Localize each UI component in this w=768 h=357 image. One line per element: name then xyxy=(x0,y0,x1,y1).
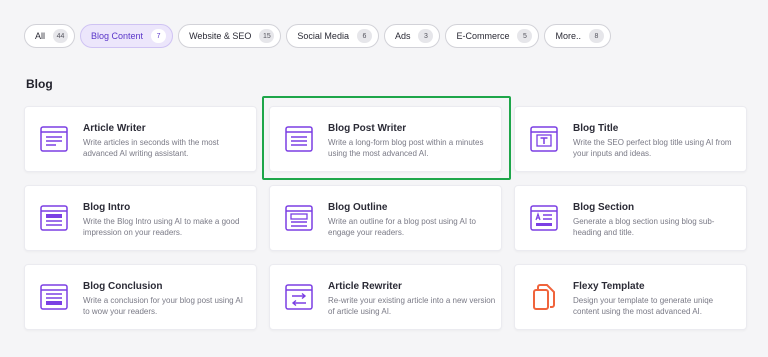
template-title: Article Rewriter xyxy=(328,281,402,292)
article-rewriter-icon xyxy=(285,284,313,310)
template-description: Design your template to generate uniqe c… xyxy=(573,296,714,316)
filter-label: E-Commerce xyxy=(456,31,510,41)
template-card-blog-title[interactable]: Blog Title Write the SEO perfect blog ti… xyxy=(514,106,747,172)
category-filter-bar: All 44 Blog Content 7 Website & SEO 15 S… xyxy=(24,24,611,48)
filter-social-media[interactable]: Social Media 6 xyxy=(286,24,379,48)
filter-count-badge: 8 xyxy=(589,29,604,43)
template-card-blog-outline[interactable]: Blog Outline Write an outline for a blog… xyxy=(269,185,502,251)
template-title: Blog Section xyxy=(573,202,635,213)
template-description: Write an outline for a blog post using A… xyxy=(328,217,476,237)
filter-website-seo[interactable]: Website & SEO 15 xyxy=(178,24,282,48)
template-description: Generate a blog section using blog sub-h… xyxy=(573,217,715,237)
filter-count-badge: 5 xyxy=(517,29,533,43)
filter-e-commerce[interactable]: E-Commerce 5 xyxy=(445,24,540,48)
filter-count-badge: 6 xyxy=(356,29,372,43)
flexy-template-icon xyxy=(533,284,555,310)
filter-all[interactable]: All 44 xyxy=(24,24,76,48)
template-title: Flexy Template xyxy=(573,281,645,292)
filter-label: Social Media xyxy=(297,31,349,41)
article-writer-icon xyxy=(40,126,68,152)
filter-label: Website & SEO xyxy=(189,31,252,41)
template-card-blog-section[interactable]: Blog Section Generate a blog section usi… xyxy=(514,185,747,251)
template-title: Blog Intro xyxy=(83,202,131,213)
template-card-blog-intro[interactable]: Blog Intro Write the Blog Intro using AI… xyxy=(24,185,257,251)
filter-label: Ads xyxy=(394,31,411,41)
template-card-article-rewriter[interactable]: Article Rewriter Re-write your existing … xyxy=(269,264,502,330)
filter-count-badge: 7 xyxy=(151,29,167,43)
template-description: Write a conclusion for your blog post us… xyxy=(83,296,243,316)
template-card-article-writer[interactable]: Article Writer Write articles in seconds… xyxy=(24,106,257,172)
template-title: Blog Conclusion xyxy=(83,281,163,292)
filter-more[interactable]: More.. 8 xyxy=(544,24,611,48)
blog-title-icon xyxy=(530,126,558,152)
template-card-flexy-template[interactable]: Flexy Template Design your template to g… xyxy=(514,264,747,330)
filter-label: More.. xyxy=(555,31,581,41)
filter-label: Blog Content xyxy=(91,31,144,41)
template-description: Write the Blog Intro using AI to make a … xyxy=(83,217,240,237)
filter-label: All xyxy=(35,31,46,41)
template-card-blog-conclusion[interactable]: Blog Conclusion Write a conclusion for y… xyxy=(24,264,257,330)
template-description: Write the SEO perfect blog title using A… xyxy=(573,138,732,158)
blog-section-icon xyxy=(530,205,558,231)
section-title: Blog xyxy=(26,77,53,91)
blog-intro-icon xyxy=(40,205,68,231)
filter-count-badge: 3 xyxy=(418,29,434,43)
filter-count-badge: 44 xyxy=(53,29,69,43)
selection-highlight xyxy=(262,96,511,180)
template-description: Re-write your existing article into a ne… xyxy=(328,296,496,316)
template-title: Blog Outline xyxy=(328,202,388,213)
template-title: Article Writer xyxy=(83,123,146,134)
filter-blog-content[interactable]: Blog Content 7 xyxy=(80,24,174,48)
blog-conclusion-icon xyxy=(40,284,68,310)
blog-outline-icon xyxy=(285,205,313,231)
template-description: Write articles in seconds with the most … xyxy=(83,138,219,158)
template-title: Blog Title xyxy=(573,123,619,134)
filter-count-badge: 15 xyxy=(259,29,275,43)
filter-ads[interactable]: Ads 3 xyxy=(383,24,441,48)
